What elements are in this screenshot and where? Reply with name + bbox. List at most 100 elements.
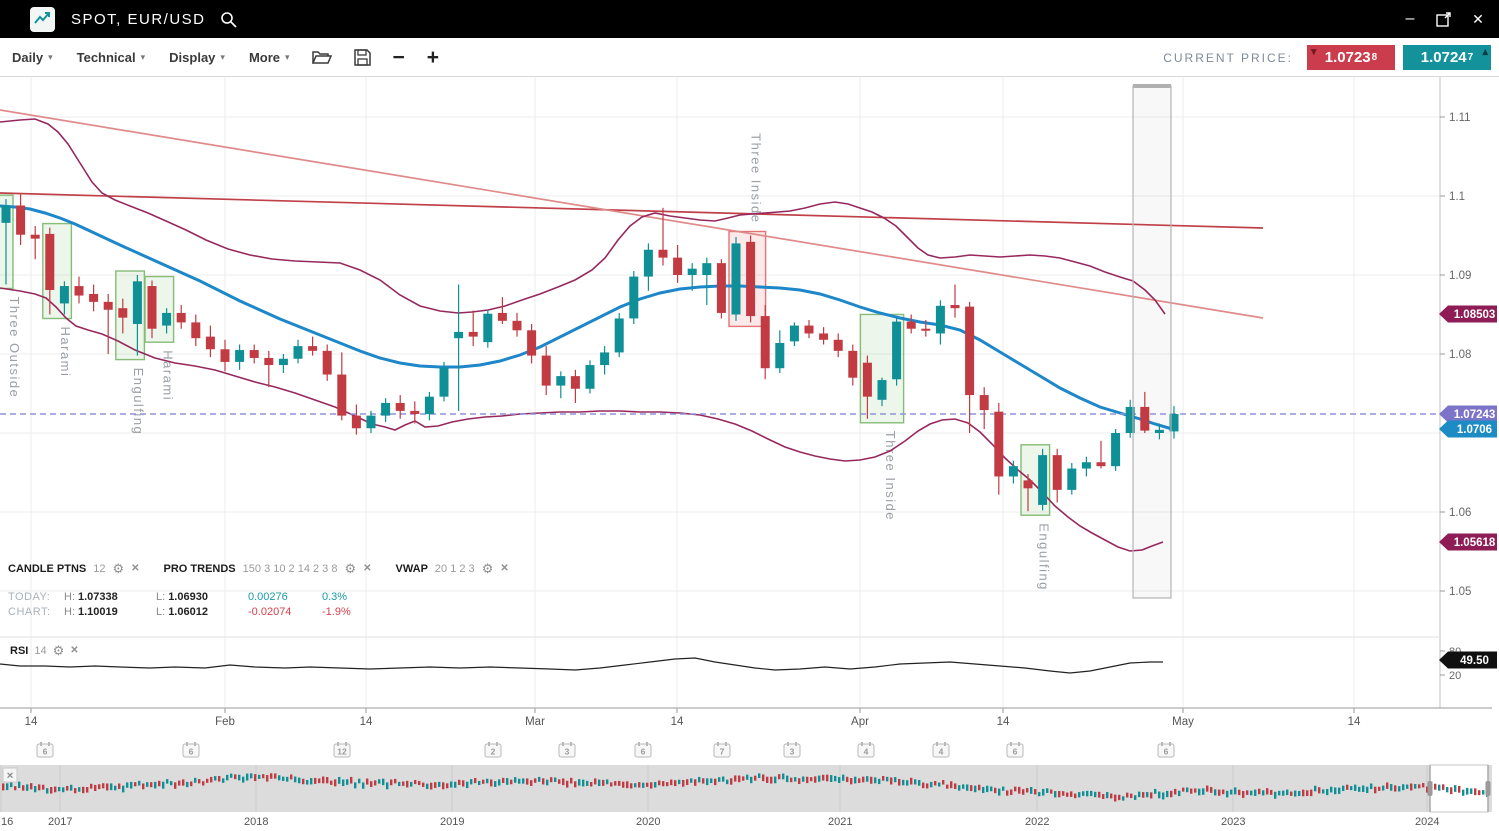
calendar-ring [725, 742, 727, 746]
today-change-pct: 0.3% [322, 590, 347, 605]
calendar-event-icon[interactable]: 4 [858, 742, 874, 757]
ask-price-value: 1.0724 [1421, 49, 1467, 66]
navigator-drag-handle[interactable] [1428, 781, 1433, 796]
navigator-bar [678, 780, 680, 784]
close-icon[interactable]: ✕ [363, 564, 371, 574]
navigator-bar [898, 779, 900, 786]
navigator-close-button[interactable]: ✕ [3, 768, 17, 782]
calendar-ring [1169, 742, 1171, 746]
navigator-bar [682, 780, 684, 787]
navigator-bar [1458, 786, 1460, 793]
navigator-bar [302, 779, 304, 784]
navigator-bar [162, 782, 164, 789]
calendar-event-icon[interactable]: 12 [334, 742, 350, 757]
calendar-day-number: 4 [864, 747, 869, 757]
navigator-bar [1230, 790, 1232, 795]
navigator-bar [1174, 789, 1176, 795]
chart-canvas: Three OutsideHaramiEngulfingHaramiThree … [0, 0, 1499, 831]
timeframe-menu[interactable]: Daily ▾ [12, 50, 53, 65]
calendar-event-icon[interactable]: 6 [635, 742, 651, 757]
calendar-event-icon[interactable]: 6 [1158, 742, 1174, 757]
candle-body [323, 351, 332, 375]
y-tick-label: 1.06 [1449, 507, 1471, 519]
navigator-bar [542, 778, 544, 784]
navigator-bar [954, 783, 956, 789]
navigator-bar [662, 781, 664, 786]
navigator-bar [966, 784, 968, 790]
candle-body [965, 307, 974, 395]
more-menu[interactable]: More ▾ [249, 50, 290, 65]
calendar-event-icon[interactable]: 7 [714, 742, 730, 757]
navigator-bar [334, 779, 336, 786]
navigator-bar [766, 777, 768, 783]
navigator-bar [202, 781, 204, 785]
candle-patterns-indicator-label: CANDLE PTNS [8, 563, 86, 575]
search-icon[interactable] [220, 11, 237, 28]
navigator-bar [902, 780, 904, 785]
navigator-bar [1270, 790, 1272, 795]
navigator-bar [94, 785, 96, 791]
navigator-bar [222, 778, 224, 782]
calendar-event-icon[interactable]: 2 [485, 742, 501, 757]
calendar-event-icon[interactable]: 6 [1007, 742, 1023, 757]
navigator-bar [718, 777, 720, 782]
close-button[interactable]: ✕ [1469, 10, 1487, 28]
navigator-bar [734, 775, 736, 781]
navigator-bar [838, 777, 840, 783]
navigator-bar [522, 778, 524, 783]
navigator-bar [1038, 792, 1040, 796]
open-folder-icon[interactable] [312, 49, 332, 65]
close-icon[interactable]: ✕ [131, 564, 139, 574]
navigator-bar [730, 778, 732, 784]
candle-body [75, 286, 84, 295]
minimize-button[interactable]: – [1401, 10, 1419, 28]
close-icon[interactable]: ✕ [500, 564, 508, 574]
calendar-event-icon[interactable]: 3 [559, 742, 575, 757]
navigator-bar [1154, 789, 1156, 794]
navigator-bar [414, 780, 416, 784]
gear-icon[interactable]: ⚙ [344, 562, 356, 575]
navigator-bar [1474, 788, 1476, 795]
candle-body [673, 258, 682, 275]
technical-menu[interactable]: Technical ▾ [77, 50, 146, 65]
navigator-bar [1206, 786, 1208, 792]
navigator-bar [1354, 785, 1356, 791]
navigator-bar [634, 783, 636, 787]
calendar-ring [562, 742, 564, 746]
calendar-event-icon[interactable]: 6 [183, 742, 199, 757]
y-tick-label: 1.09 [1449, 270, 1471, 282]
navigator-bar [506, 778, 508, 785]
navigator-bar [1094, 792, 1096, 797]
navigator-bar [690, 778, 692, 782]
navigator-bar [174, 782, 176, 788]
navigator-bar [990, 786, 992, 791]
navigator-bar [470, 779, 472, 784]
navigator-bar [974, 786, 976, 793]
gear-icon[interactable]: ⚙ [53, 644, 65, 657]
navigator-bar [298, 778, 300, 784]
calendar-event-icon[interactable]: 3 [784, 742, 800, 757]
navigator-drag-handle[interactable] [1486, 781, 1491, 796]
scan-region-handle[interactable] [1133, 84, 1171, 88]
navigator-bar [450, 781, 452, 787]
navigator-bar [194, 778, 196, 783]
scan-region-fill [1133, 86, 1171, 598]
save-icon[interactable] [354, 49, 371, 66]
popout-button[interactable] [1435, 10, 1453, 28]
navigator-bar [1122, 796, 1124, 800]
gear-icon[interactable]: ⚙ [482, 562, 494, 575]
navigator-bar [1466, 788, 1468, 795]
navigator-bar [526, 778, 528, 784]
close-icon[interactable]: ✕ [70, 646, 78, 656]
gear-icon[interactable]: ⚙ [112, 562, 124, 575]
calendar-event-icon[interactable]: 6 [37, 742, 53, 757]
app-logo-icon [30, 7, 55, 32]
zoom-in-button[interactable]: + [427, 47, 439, 68]
navigator-bar [270, 773, 272, 779]
today-stats-row: TODAY: H:1.07338 L:1.06930 0.00276 0.3% [8, 590, 351, 605]
calendar-day-number: 12 [337, 747, 347, 757]
zoom-out-button[interactable]: − [393, 47, 405, 68]
calendar-event-icon[interactable]: 4 [933, 742, 949, 757]
display-menu[interactable]: Display ▾ [169, 50, 225, 65]
navigator-bar [1030, 787, 1032, 794]
